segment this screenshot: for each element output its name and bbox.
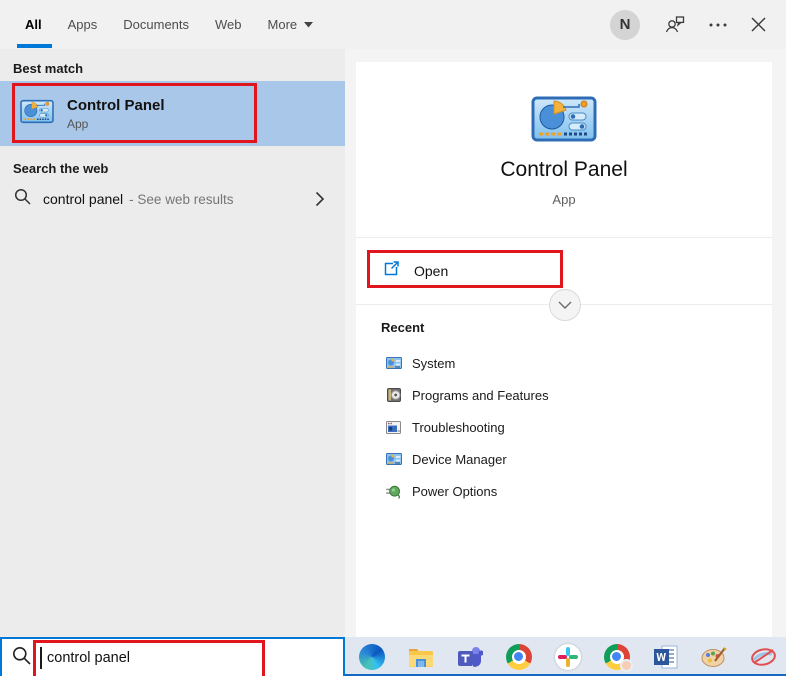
profile-avatar-badge	[619, 658, 633, 672]
results-pane: Best match Control Panel App Search the …	[0, 49, 345, 637]
chevron-down-icon	[304, 21, 314, 28]
preview-card: Control Panel App Open Recent System Pro…	[356, 62, 772, 637]
expand-collapse-button[interactable]	[549, 289, 581, 321]
recent-item-label: Power Options	[412, 483, 498, 499]
search-web-header: Search the web	[13, 161, 109, 176]
tab-documents-label: Documents	[123, 17, 190, 32]
best-match-title: Control Panel	[67, 96, 165, 114]
user-avatar[interactable]: N	[610, 9, 640, 40]
taskbar	[345, 637, 786, 676]
web-hint-text: - See web results	[129, 191, 234, 207]
feedback-icon[interactable]	[664, 15, 685, 35]
recent-header: Recent	[381, 320, 425, 335]
window-icon	[385, 420, 402, 434]
paint-palette-icon[interactable]	[701, 643, 728, 670]
text-caret	[40, 646, 42, 669]
open-label: Open	[414, 263, 449, 279]
tab-web[interactable]: Web	[215, 0, 242, 49]
recent-item-troubleshooting[interactable]: Troubleshooting	[370, 411, 762, 443]
chrome-profile-icon[interactable]	[603, 643, 633, 672]
tab-all-label: All	[25, 17, 42, 32]
topbar-actions: N	[610, 9, 766, 40]
tab-apps-label: Apps	[67, 17, 98, 32]
recent-item-power-options[interactable]: Power Options	[370, 475, 762, 507]
word-icon[interactable]	[652, 643, 679, 670]
power-plug-icon	[385, 484, 402, 499]
filter-tabs: All Apps Documents Web More	[17, 0, 314, 49]
bottom-bar: wsxdn.com	[0, 637, 786, 676]
web-query-text: control panel	[43, 191, 124, 207]
web-search-result[interactable]: control panel - See web results	[0, 178, 345, 220]
recent-item-programs-and-features[interactable]: Programs and Features	[370, 379, 762, 411]
control-panel-icon	[385, 357, 402, 369]
search-icon	[14, 188, 31, 210]
search-filter-bar: All Apps Documents Web More N	[0, 0, 786, 49]
search-input[interactable]	[47, 649, 262, 666]
chrome-icon[interactable]	[505, 643, 532, 670]
file-explorer-icon[interactable]	[407, 643, 434, 670]
search-icon	[12, 646, 31, 670]
blocked-oval-icon[interactable]	[750, 643, 777, 670]
close-icon[interactable]	[751, 17, 766, 32]
recent-section: Recent System Programs and Features Trou…	[370, 320, 762, 507]
control-panel-icon	[385, 453, 402, 465]
tab-all[interactable]: All	[17, 0, 52, 49]
tab-more[interactable]: More	[268, 0, 314, 49]
teams-icon[interactable]	[456, 643, 483, 670]
slack-icon[interactable]	[554, 643, 581, 670]
preview-app-title: Control Panel	[500, 158, 628, 181]
taskbar-search-box[interactable]	[0, 637, 345, 676]
tab-documents[interactable]: Documents	[123, 0, 189, 49]
best-match-type: App	[67, 116, 89, 131]
tab-apps[interactable]: Apps	[68, 0, 98, 49]
recent-item-label: Programs and Features	[412, 387, 549, 403]
avatar-initial: N	[619, 16, 631, 33]
chevron-right-icon[interactable]	[315, 191, 325, 207]
preview-app-type: App	[552, 192, 576, 207]
recent-item-system[interactable]: System	[370, 347, 762, 379]
tab-web-label: Web	[215, 17, 242, 32]
disc-icon	[385, 388, 402, 402]
recent-item-label: Device Manager	[412, 451, 507, 467]
best-match-result-control-panel[interactable]: Control Panel App	[0, 81, 345, 146]
recent-item-label: System	[412, 355, 456, 371]
recent-item-label: Troubleshooting	[412, 419, 505, 435]
search-results-area: Best match Control Panel App Search the …	[0, 49, 786, 637]
preview-pane: Control Panel App Open Recent System Pro…	[345, 49, 786, 637]
control-panel-icon-large	[531, 96, 597, 147]
recent-item-device-manager[interactable]: Device Manager	[370, 443, 762, 475]
control-panel-icon	[20, 99, 54, 129]
edge-icon[interactable]	[358, 643, 385, 670]
windows-search-flyout: All Apps Documents Web More N Best match…	[0, 0, 786, 676]
tab-more-label: More	[267, 17, 298, 32]
more-options-icon[interactable]	[709, 22, 727, 28]
best-match-text: Control Panel App	[67, 97, 165, 131]
best-match-header: Best match	[13, 61, 84, 76]
open-external-icon	[383, 260, 400, 282]
